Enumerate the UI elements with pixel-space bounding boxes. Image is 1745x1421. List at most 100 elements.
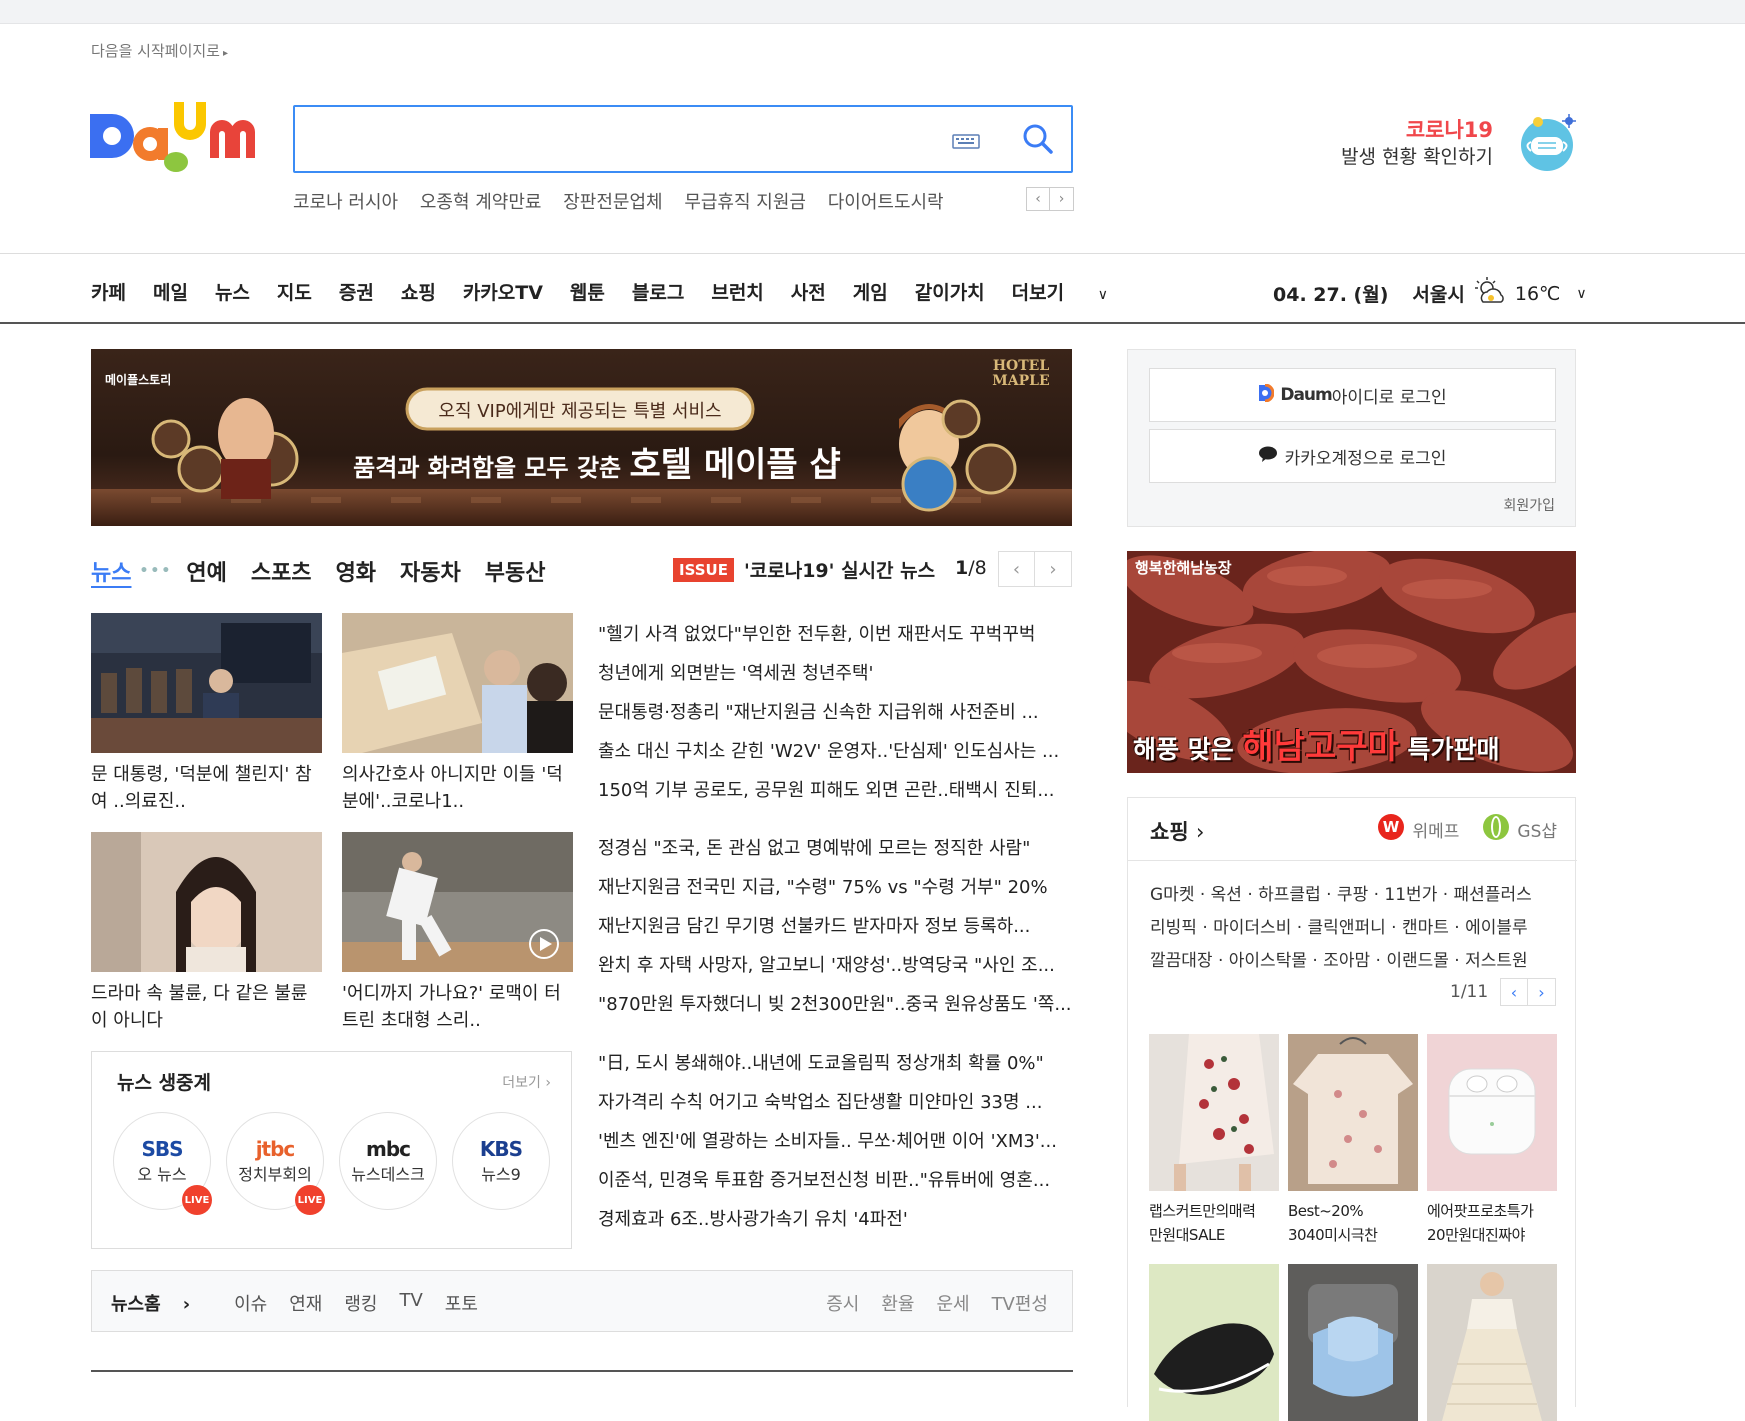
nav-game[interactable]: 게임 [853,278,888,305]
shop-link-row[interactable]: 리빙픽 · 마이더스비 · 클릭앤퍼니 · 캔마트 · 에이블루 [1150,912,1560,945]
headline-link[interactable]: "日, 도시 봉쇄해야..내년에 도쿄올림픽 정상개최 확률 0%" [598,1044,1078,1083]
join-link[interactable]: 회원가입 [1503,495,1555,515]
chevron-down-icon[interactable]: ∨ [1576,286,1586,302]
news-home-link[interactable]: 뉴스홈 › [111,1290,212,1316]
headline-link[interactable]: 150억 기부 공로도, 공무원 피해도 외면 곤란..태백시 진퇴... [598,771,1078,810]
nav-mail[interactable]: 메일 [153,278,188,305]
suggestion-link[interactable]: 코로나 러시아 [293,192,398,213]
set-start-page-link[interactable]: 다음을 시작페이지로 ▸ [91,40,228,61]
nav-more[interactable]: 더보기 ∨ [1012,278,1135,305]
headline-link[interactable]: 정경심 "조국, 돈 관심 없고 명예밖에 모르는 정직한 사람" [598,829,1078,868]
headline-link[interactable]: 자가격리 수칙 어기고 숙박업소 집단생활 미얀마인 33명 ... [598,1083,1078,1122]
keyboard-icon[interactable] [952,132,980,150]
search-icon[interactable] [1020,121,1056,157]
suggestion-link[interactable]: 무급휴직 지원금 [684,192,806,213]
chevron-right-icon: › [182,1294,191,1315]
news-thumb[interactable]: 의사간호사 아니지만 이들 '덕분에'..코로나1.. [342,613,573,815]
product-card[interactable] [1288,1264,1418,1421]
shop-brand-wemakeprice[interactable]: 위메프 [1412,817,1459,842]
nav-kakaotv[interactable]: 카카오TV [463,278,543,305]
channel-kbs[interactable]: KBS 뉴스9 [452,1112,550,1210]
nav-together[interactable]: 같이가치 [915,278,985,305]
news-thumb[interactable]: '어디까지 가나요?' 로맥이 터트린 초대형 스리.. [342,832,573,1034]
chevron-right-icon[interactable]: › [1035,551,1072,587]
banner-subhead: 오직 VIP에게만 제공되는 특별 서비스 [438,401,722,422]
news-link-exchange[interactable]: 환율 [881,1290,914,1316]
news-link-stock[interactable]: 증시 [826,1290,859,1316]
date-weather-widget[interactable]: 04. 27. (월) 서울시 16℃ ∨ [1273,276,1587,311]
headline-link[interactable]: "870만원 투자했더니 빚 2천300만원"..중국 원유상품도 '쪽... [598,985,1078,1024]
sweet-potato-ad[interactable]: 행복한해남농장 해풍 맞은 해남고구마 특가판매 [1127,551,1576,773]
chevron-left-icon[interactable]: ‹ [998,551,1035,587]
news-link-issue[interactable]: 이슈 [234,1290,267,1316]
headline-link[interactable]: 완치 후 자택 사망자, 알고보니 '재양성'..방역당국 "사인 조... [598,946,1078,985]
news-thumb[interactable]: 드라마 속 불륜, 다 같은 불륜이 아니다 [91,832,322,1034]
headline-link[interactable]: 문대통령·정총리 "재난지원금 신속한 지급위해 사전준비 ... [598,693,1078,732]
suggestion-link[interactable]: 장판전문업체 [563,192,662,213]
maplestory-banner-ad[interactable]: 메이플스토리 HOTEL MAPLE 오직 VIP에게만 제공되는 특별 서비스… [91,349,1072,526]
product-card[interactable] [1427,1264,1557,1421]
chevron-left-icon[interactable]: ‹ [1500,978,1528,1006]
channel-jtbc[interactable]: jtbc 정치부회의 LIVE [226,1112,325,1215]
shop-link-row[interactable]: G마켓 · 옥션 · 하프클럽 · 쿠팡 · 11번가 · 패션플러스 [1150,879,1560,912]
nav-map[interactable]: 지도 [277,278,312,305]
channel-mbc[interactable]: mbc 뉴스데스크 [339,1112,437,1210]
news-link-fortune[interactable]: 운세 [936,1290,969,1316]
nav-webtoon[interactable]: 웹툰 [570,278,605,305]
nav-news[interactable]: 뉴스 [215,278,250,305]
chevron-right-icon[interactable]: › [1528,978,1556,1006]
news-link-tv[interactable]: TV [399,1290,422,1316]
suggestion-link[interactable]: 다이어트도시락 [828,192,944,213]
product-card[interactable] [1149,1264,1279,1421]
headline-link[interactable]: "헬기 사격 없었다"부인한 전두환, 이번 재판서도 꾸벅꾸벅 [598,615,1078,654]
chevron-right-icon[interactable]: › [1050,187,1074,211]
tab-sports[interactable]: 스포츠 [251,555,312,587]
nav-stock[interactable]: 증권 [339,278,374,305]
nav-blog[interactable]: 블로그 [632,278,684,305]
nav-brunch[interactable]: 브런치 [711,278,763,305]
shopping-title-link[interactable]: 쇼핑 › [1150,816,1204,846]
news-link-ranking[interactable]: 랭킹 [344,1290,377,1316]
headline-link[interactable]: 출소 대신 구치소 갇힌 'W2V' 운영자..'단심제' 인도심사는 ... [598,732,1078,771]
headline-link[interactable]: 경제효과 6조..방사광가속기 유치 '4파전' [598,1200,1078,1239]
news-photo [91,613,322,753]
daum-login-button[interactable]: Daum 아이디로 로그인 [1149,368,1556,422]
kakao-login-button[interactable]: 카카오계정으로 로그인 [1149,429,1556,483]
news-link-tvschedule[interactable]: TV편성 [992,1290,1048,1316]
product-card[interactable]: 랩스커트만의매력 만원대SALE [1149,1034,1279,1247]
news-thumb[interactable]: 문 대통령, '덕분에 챌린지' 참여 ..의료진.. [91,613,322,815]
headline-link[interactable]: 청년에게 외면받는 '역세권 청년주택' [598,654,1078,693]
channel-sbs[interactable]: SBS 오 뉴스 LIVE [113,1112,212,1215]
daum-brand-text: Daum [1280,385,1332,405]
news-link-series[interactable]: 연재 [289,1290,322,1316]
headline-link[interactable]: 이준석, 민경욱 투표함 증거보전신청 비판.."유튜버에 영혼... [598,1161,1078,1200]
nav-shopping[interactable]: 쇼핑 [401,278,436,305]
issue-headline[interactable]: ISSUE '코로나19' 실시간 뉴스 [673,556,935,583]
product-card[interactable]: Best~20% 3040미시극찬 [1288,1034,1418,1247]
start-page-label: 다음을 시작페이지로 [91,42,220,60]
tab-news[interactable]: 뉴스 [91,555,131,587]
corona-status-link[interactable]: 코로나19 발생 현황 확인하기 [1341,114,1576,174]
daum-logo[interactable] [90,100,266,176]
nav-dictionary[interactable]: 사전 [791,278,826,305]
chevron-left-icon[interactable]: ‹ [1026,187,1050,211]
issue-badge: ISSUE [673,557,734,582]
more-link[interactable]: 더보기 › [502,1072,551,1092]
suggestion-pager: ‹ › [1026,187,1074,211]
suggestion-link[interactable]: 오종혁 계약만료 [420,192,542,213]
shop-link-row[interactable]: 깔끔대장 · 아이스탁몰 · 조아맘 · 이랜드몰 · 저스트원 [1150,945,1560,978]
login-box: Daum 아이디로 로그인 카카오계정으로 로그인 회원가입 [1127,349,1576,527]
news-link-photo[interactable]: 포토 [445,1290,478,1316]
product-card[interactable]: 에어팟프로초특가 20만원대진짜야 [1427,1034,1557,1247]
headline-link[interactable]: 재난지원금 전국민 지급, "수령" 75% vs "수령 거부" 20% [598,868,1078,907]
tab-entertainment[interactable]: 연예 [186,555,226,587]
shop-brand-gsshop[interactable]: GS샵 [1517,817,1557,842]
tab-movie[interactable]: 영화 [336,555,376,587]
headline-link[interactable]: 재난지원금 담긴 무기명 선불카드 받자마자 정보 등록하... [598,907,1078,946]
headline-link[interactable]: '벤츠 엔진'에 열광하는 소비자들.. 무쏘·체어맨 이어 'XM3'... [598,1122,1078,1161]
tab-car[interactable]: 자동차 [400,555,461,587]
tab-realestate[interactable]: 부동산 [485,555,546,587]
search-input[interactable] [307,117,927,161]
wemakeprice-logo-icon: W [1378,814,1405,845]
nav-cafe[interactable]: 카페 [91,278,126,305]
